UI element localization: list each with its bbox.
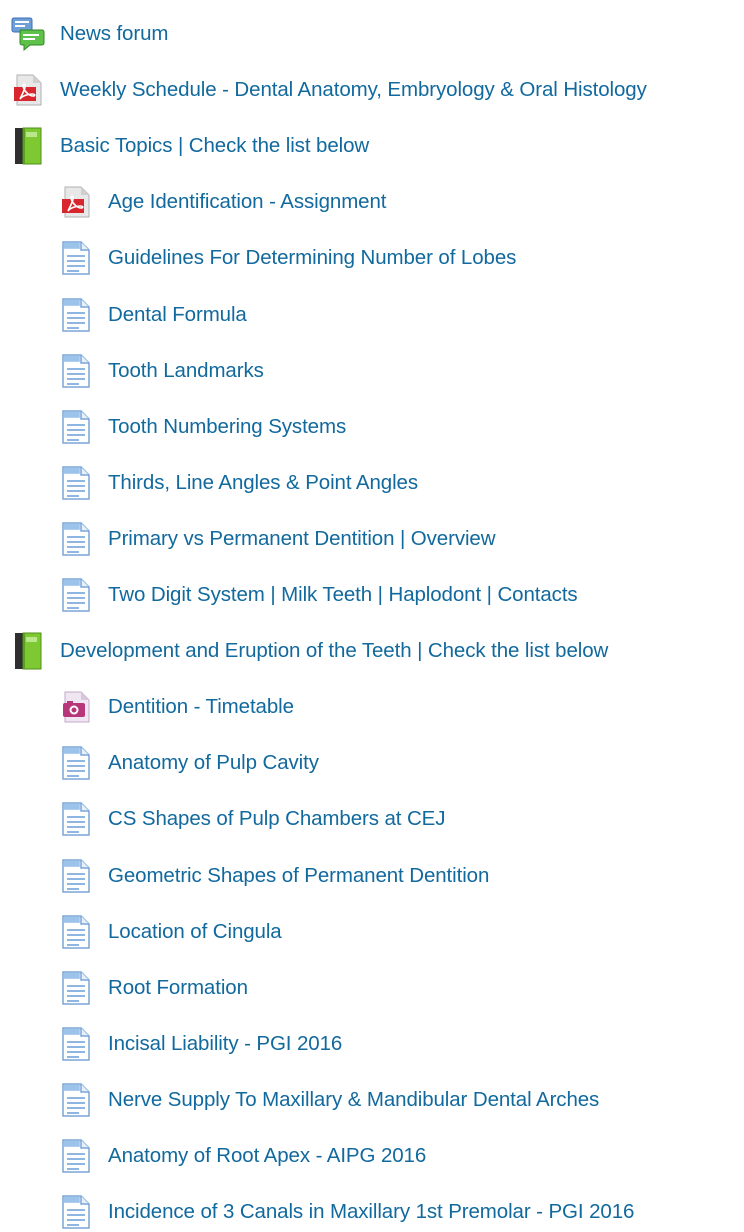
activity-link[interactable]: News forum [60,22,168,46]
activity-link[interactable]: Nerve Supply To Maxillary & Mandibular D… [108,1088,599,1112]
book-icon [10,632,46,670]
activity-item[interactable]: Anatomy of Pulp Cavity [0,743,319,783]
activity-link[interactable]: Tooth Numbering Systems [108,415,346,439]
page-icon [58,465,94,501]
activity-item[interactable]: CS Shapes of Pulp Chambers at CEJ [0,799,446,839]
activity-link[interactable]: Anatomy of Root Apex - AIPG 2016 [108,1144,426,1168]
activity-link[interactable]: Incisal Liability - PGI 2016 [108,1032,342,1056]
activity-link[interactable]: Anatomy of Pulp Cavity [108,751,319,775]
page-icon [58,297,94,333]
activity-link[interactable]: Age Identification - Assignment [108,190,386,214]
activity-link[interactable]: Location of Cingula [108,920,282,944]
page-icon [58,409,94,445]
book-icon [10,127,46,165]
activity-link[interactable]: Thirds, Line Angles & Point Angles [108,471,418,495]
activity-link[interactable]: Development and Eruption of the Teeth | … [60,639,608,663]
course-activity-list: News forum Weekly Schedule - Dental Anat… [0,0,744,1229]
activity-item[interactable]: Primary vs Permanent Dentition | Overvie… [0,519,496,559]
activity-link[interactable]: Tooth Landmarks [108,359,264,383]
page-icon [58,240,94,276]
activity-item[interactable]: Weekly Schedule - Dental Anatomy, Embryo… [0,70,647,110]
page-icon [58,1026,94,1062]
activity-link[interactable]: Guidelines For Determining Number of Lob… [108,246,516,270]
activity-item[interactable]: Incidence of 3 Canals in Maxillary 1st P… [0,1192,634,1232]
activity-item[interactable]: Two Digit System | Milk Teeth | Haplodon… [0,575,578,615]
activity-link[interactable]: Weekly Schedule - Dental Anatomy, Embryo… [60,78,647,102]
activity-item[interactable]: Tooth Numbering Systems [0,407,346,447]
activity-item[interactable]: Basic Topics | Check the list below [0,126,369,166]
page-icon [58,1194,94,1230]
activity-item[interactable]: Geometric Shapes of Permanent Dentition [0,856,489,896]
activity-item[interactable]: Anatomy of Root Apex - AIPG 2016 [0,1136,426,1176]
activity-item[interactable]: Location of Cingula [0,912,282,952]
activity-link[interactable]: Root Formation [108,976,248,1000]
activity-link[interactable]: CS Shapes of Pulp Chambers at CEJ [108,807,446,831]
activity-item[interactable]: Dental Formula [0,295,247,335]
activity-item[interactable]: Guidelines For Determining Number of Lob… [0,238,516,278]
page-icon [58,745,94,781]
activity-item[interactable]: News forum [0,14,168,54]
activity-item[interactable]: Incisal Liability - PGI 2016 [0,1024,342,1064]
activity-link[interactable]: Basic Topics | Check the list below [60,134,369,158]
pdf-icon [58,184,94,220]
page-icon [58,353,94,389]
page-icon [58,521,94,557]
activity-item[interactable]: Nerve Supply To Maxillary & Mandibular D… [0,1080,599,1120]
activity-item[interactable]: Thirds, Line Angles & Point Angles [0,463,418,503]
activity-link[interactable]: Primary vs Permanent Dentition | Overvie… [108,527,496,551]
image-icon [58,689,94,725]
activity-item[interactable]: Age Identification - Assignment [0,182,386,222]
activity-link[interactable]: Dental Formula [108,303,247,327]
activity-item[interactable]: Root Formation [0,968,248,1008]
activity-link[interactable]: Dentition - Timetable [108,695,294,719]
page-icon [58,577,94,613]
page-icon [58,1082,94,1118]
forum-icon [10,16,46,52]
page-icon [58,801,94,837]
activity-link[interactable]: Geometric Shapes of Permanent Dentition [108,864,489,888]
page-icon [58,914,94,950]
activity-link[interactable]: Incidence of 3 Canals in Maxillary 1st P… [108,1200,634,1224]
pdf-icon [10,72,46,108]
page-icon [58,1138,94,1174]
activity-item[interactable]: Tooth Landmarks [0,351,264,391]
activity-item[interactable]: Development and Eruption of the Teeth | … [0,631,608,671]
page-icon [58,858,94,894]
activity-item[interactable]: Dentition - Timetable [0,687,294,727]
activity-link[interactable]: Two Digit System | Milk Teeth | Haplodon… [108,583,578,607]
page-icon [58,970,94,1006]
